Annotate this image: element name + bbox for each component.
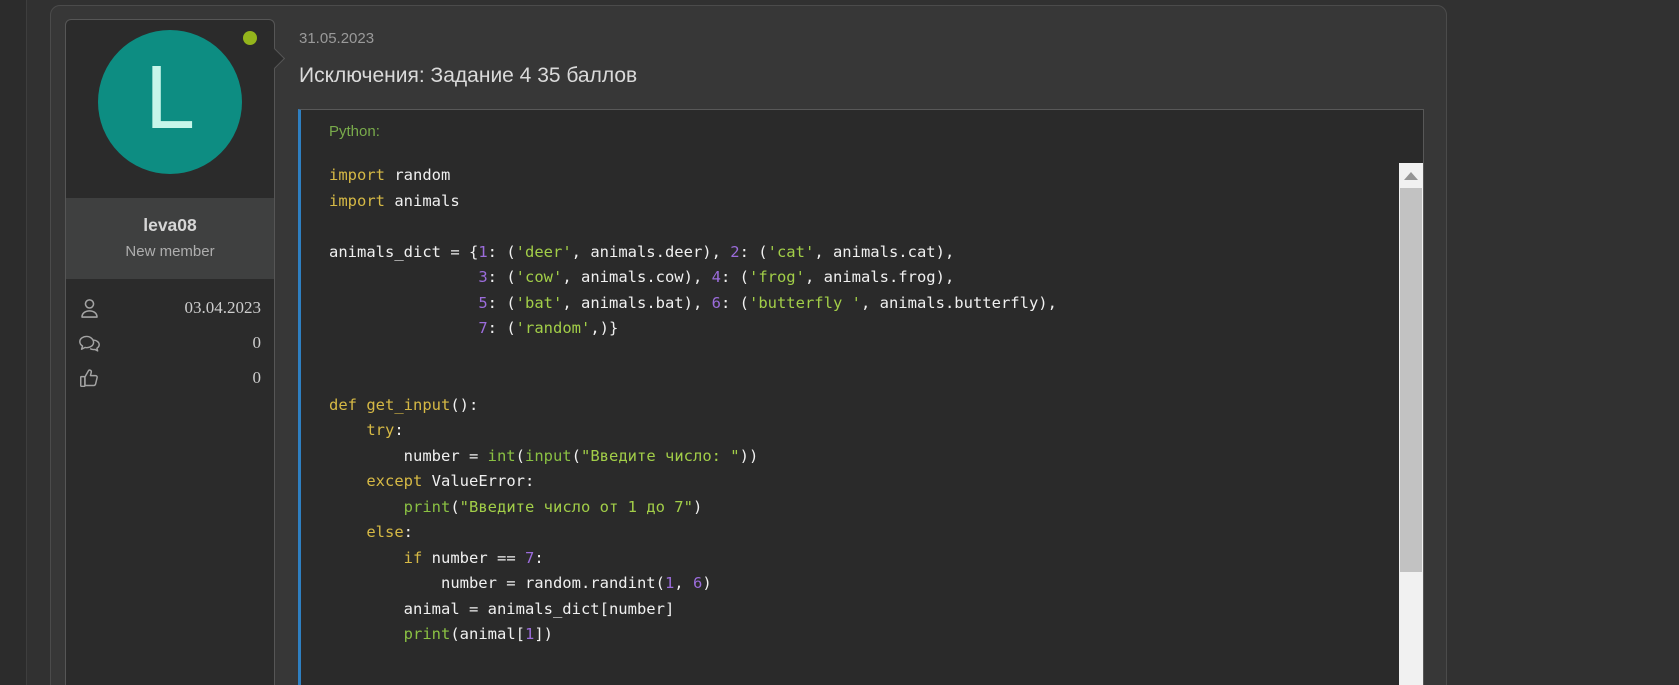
user-icon [77,296,102,321]
scrollbar[interactable] [1399,163,1423,685]
page: L leva08 New member 03.04.2023 [0,0,1679,685]
likes-icon [77,366,102,391]
avatar[interactable]: L [98,30,242,174]
post-container: L leva08 New member 03.04.2023 [50,5,1447,685]
user-panel: L leva08 New member 03.04.2023 [65,19,275,685]
messages-icon [77,331,102,356]
bubble-tail-icon [264,48,285,69]
user-head: leva08 New member [66,198,274,279]
stat-row-joined: 03.04.2023 [77,295,261,321]
joined-date: 03.04.2023 [185,298,262,318]
username-link[interactable]: leva08 [66,215,274,236]
stat-row-messages: 0 [77,330,261,356]
page-wrapper: L leva08 New member 03.04.2023 [26,0,1679,685]
messages-count: 0 [253,333,262,353]
code-language-label: Python: [329,123,380,140]
avatar-letter: L [145,53,195,143]
user-stats: 03.04.2023 0 0 [66,279,274,391]
likes-count: 0 [253,368,262,388]
post-title: Исключения: Задание 4 35 баллов [299,64,637,88]
online-indicator-icon [243,31,257,45]
code-content[interactable]: import randomimport animals animals_dict… [329,163,1389,685]
scrollbar-thumb[interactable] [1400,188,1422,572]
avatar-section: L [66,20,274,198]
scroll-up-button[interactable] [1399,163,1423,188]
code-block: Python: import randomimport animals anim… [298,109,1424,685]
scroll-up-arrow-icon [1404,172,1418,180]
stat-row-likes: 0 [77,365,261,391]
user-role: New member [66,243,274,260]
post-date[interactable]: 31.05.2023 [299,30,374,47]
